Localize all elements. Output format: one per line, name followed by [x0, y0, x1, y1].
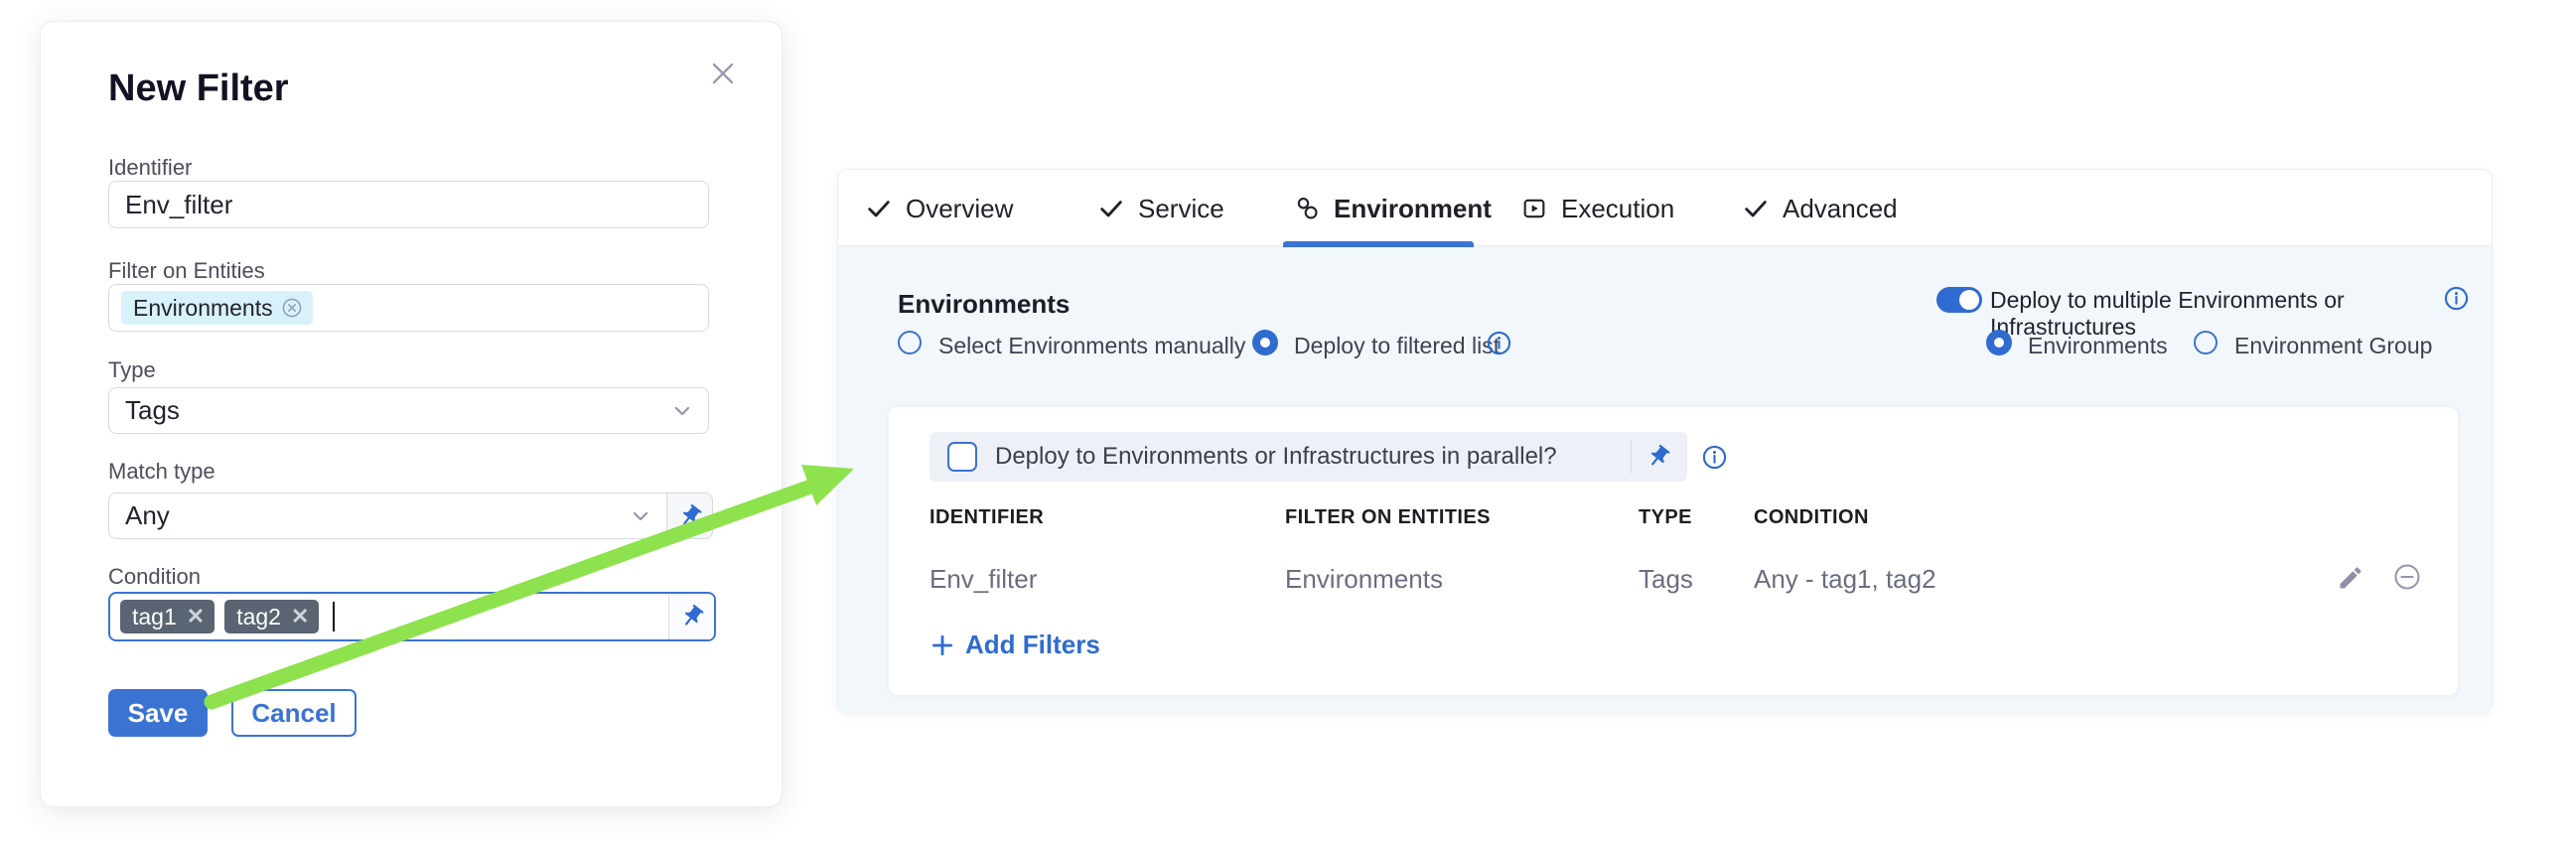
cell-filter-on-entities: Environments: [1285, 564, 1443, 595]
identifier-input[interactable]: [108, 181, 709, 228]
entities-chip: Environments: [121, 291, 313, 325]
parallel-checkbox-label: Deploy to Environments or Infrastructure…: [995, 443, 1631, 471]
tab-execution[interactable]: Execution: [1520, 170, 1674, 247]
radio-environments[interactable]: [1986, 330, 2012, 355]
radio-environments-label: Environments: [2028, 333, 2168, 359]
check-icon: [865, 195, 893, 222]
tab-service[interactable]: Service: [1097, 170, 1224, 247]
chevron-down-icon: [670, 399, 694, 423]
parallel-checkbox[interactable]: [947, 442, 977, 472]
tab-label: Environment: [1334, 194, 1492, 224]
close-icon[interactable]: [708, 59, 738, 88]
tab-label: Service: [1138, 194, 1224, 224]
dialog-title: New Filter: [108, 68, 289, 110]
radio-select-manually[interactable]: [898, 331, 922, 354]
chip-remove-icon[interactable]: [281, 297, 303, 319]
deploy-multiple-toggle[interactable]: [1936, 287, 1982, 313]
radio-deploy-filtered[interactable]: [1252, 330, 1278, 355]
info-icon[interactable]: [2443, 285, 2470, 312]
radio-select-manually-label: Select Environments manually: [938, 333, 1245, 359]
pipeline-stage-panel: Overview Service Environment Execution A…: [837, 169, 2493, 713]
parallel-checkbox-bar: Deploy to Environments or Infrastructure…: [930, 432, 1687, 482]
radio-deploy-filtered-label: Deploy to filtered list: [1294, 333, 1500, 359]
divider: [1631, 440, 1632, 474]
col-header-type: TYPE: [1639, 506, 1692, 529]
plus-icon: [930, 632, 955, 658]
match-type-label: Match type: [108, 459, 215, 485]
tab-overview[interactable]: Overview: [865, 170, 1013, 247]
entities-chip-label: Environments: [133, 295, 273, 322]
match-type-select[interactable]: Any: [108, 492, 667, 539]
tab-advanced[interactable]: Advanced: [1742, 170, 1898, 247]
environments-heading: Environments: [898, 289, 1070, 320]
remove-row-icon[interactable]: [2392, 562, 2422, 592]
col-header-identifier: IDENTIFIER: [930, 506, 1044, 529]
col-header-filter-on-entities: FILTER ON ENTITIES: [1285, 506, 1491, 529]
check-icon: [1742, 195, 1770, 222]
info-icon[interactable]: [1701, 444, 1728, 471]
text-caret: [333, 602, 335, 632]
cell-condition: Any - tag1, tag2: [1754, 564, 1936, 595]
condition-input[interactable]: tag1 ✕ tag2 ✕: [108, 592, 716, 641]
cell-type: Tags: [1639, 564, 1693, 595]
chip-remove-icon[interactable]: ✕: [291, 606, 309, 628]
edit-pencil-icon[interactable]: [2337, 564, 2364, 592]
condition-label: Condition: [108, 564, 201, 590]
environment-tab-body: Environments Select Environments manuall…: [838, 247, 2492, 714]
cancel-button[interactable]: Cancel: [231, 689, 357, 737]
info-icon[interactable]: [1486, 330, 1512, 356]
radio-environment-group[interactable]: [2194, 331, 2218, 354]
radio-environment-group-label: Environment Group: [2234, 333, 2432, 359]
parallel-pin-button[interactable]: [1646, 444, 1671, 470]
execution-icon: [1520, 195, 1548, 222]
filter-on-entities-label: Filter on Entities: [108, 258, 265, 284]
filter-on-entities-input[interactable]: Environments: [108, 284, 709, 332]
tab-environment[interactable]: Environment: [1293, 170, 1492, 247]
chip-remove-icon[interactable]: ✕: [187, 606, 205, 628]
condition-chip: tag1 ✕: [120, 600, 215, 633]
filters-card: Deploy to Environments or Infrastructure…: [888, 406, 2459, 696]
tab-label: Execution: [1561, 194, 1674, 224]
identifier-label: Identifier: [108, 155, 192, 181]
condition-chip: tag2 ✕: [224, 600, 319, 633]
save-button[interactable]: Save: [108, 689, 208, 737]
col-header-condition: CONDITION: [1754, 506, 1869, 529]
check-icon: [1097, 195, 1125, 222]
stage-tabbar: Overview Service Environment Execution A…: [838, 170, 2492, 247]
condition-pin-button[interactable]: [668, 594, 714, 639]
condition-chip-label: tag2: [236, 604, 281, 631]
chevron-down-icon: [629, 504, 652, 528]
type-label: Type: [108, 357, 156, 383]
match-type-select-value: Any: [125, 500, 170, 531]
tab-label: Advanced: [1783, 194, 1898, 224]
add-filters-label: Add Filters: [965, 630, 1100, 660]
tab-label: Overview: [906, 194, 1013, 224]
condition-chip-label: tag1: [132, 604, 177, 631]
cell-identifier: Env_filter: [930, 564, 1037, 595]
environment-icon: [1293, 195, 1321, 222]
add-filters-button[interactable]: Add Filters: [930, 630, 1100, 660]
type-select-value: Tags: [125, 395, 180, 426]
new-filter-dialog: New Filter Identifier Filter on Entities…: [40, 21, 783, 807]
type-select[interactable]: Tags: [108, 387, 709, 434]
match-type-pin-button[interactable]: [667, 492, 713, 539]
